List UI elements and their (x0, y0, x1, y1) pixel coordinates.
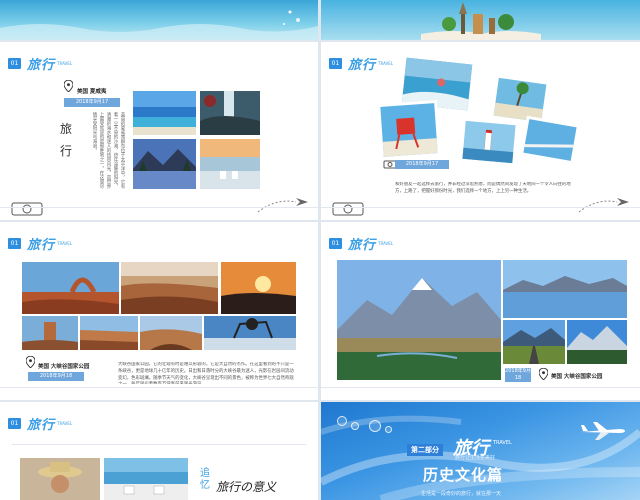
photo-lifeguard-tower[interactable] (377, 99, 441, 161)
photo-seaside-terrace[interactable] (104, 458, 188, 500)
memories-heading: 追忆 (200, 468, 210, 491)
travel-logo-sub: TRAVEL (57, 420, 73, 426)
header-line (12, 444, 306, 445)
photo-straw-hat[interactable] (20, 458, 100, 500)
photo-rock-tower[interactable] (22, 316, 78, 350)
date-badge: 2018年9月17 (395, 160, 449, 169)
airplane-icon (581, 422, 625, 440)
footer-line (321, 387, 640, 388)
slide-number: 01 (329, 57, 342, 69)
slide-thumbnail-grid: 01 旅行 TRAVEL 美国 夏威夷 2018年9月17 旅行 美丽的夏威夷群… (0, 0, 640, 500)
footer-line (0, 207, 318, 208)
photo-canyon-river[interactable] (140, 316, 202, 350)
travel-logo: 旅行 (27, 57, 56, 73)
photo-sunset-deck[interactable] (200, 139, 260, 189)
location-label: 美国 大峡谷国家公园 (551, 374, 603, 380)
location-pin-icon (26, 356, 35, 368)
slide-thumb-memories[interactable]: 01 旅行 TRAVEL 追忆 旅行の意义 (0, 402, 318, 500)
photo-lighthouse[interactable] (459, 117, 519, 167)
slide-header: 01 旅行 TRAVEL (329, 56, 394, 73)
photo-tree-silhouette[interactable] (204, 316, 296, 350)
slide-header: 01 旅行 TRAVEL (329, 236, 394, 253)
date-badge: 2018年9月17 (64, 98, 120, 107)
photo-mountain-lake[interactable] (133, 139, 196, 189)
airplane-sketch-icon (578, 198, 629, 213)
photo-waterfall[interactable] (200, 91, 260, 135)
slide-number: 01 (8, 237, 21, 249)
location-pin-icon (539, 368, 548, 380)
slide-thumb-mountains[interactable]: 01 旅行 TRAVEL 2018年9月18 美国 大峡谷国家公园 (321, 222, 640, 400)
airplane-sketch-icon (257, 198, 308, 213)
travel-logo-sub: TRAVEL (57, 240, 73, 246)
slide-number: 01 (8, 417, 21, 429)
location-label: 美国 夏威夷 (77, 89, 107, 95)
section-body: 生活是一段奇妙的旅行，就在那一天 (421, 491, 502, 497)
photo-canyon-layers[interactable] (80, 316, 138, 350)
photo-canyon-view[interactable] (121, 262, 218, 314)
section-title: 历史文化篇 (423, 466, 504, 484)
travel-logo: 旅行 (348, 237, 377, 253)
travel-logo-sub: TRAVEL (378, 60, 394, 66)
travel-logo-sub: TRAVEL (57, 60, 73, 66)
bubble-decoration (351, 422, 359, 430)
travel-logo: 旅行 (348, 57, 377, 73)
photo-pier[interactable] (519, 115, 581, 165)
bubble-decoration (369, 420, 381, 432)
slide-number: 01 (329, 237, 342, 249)
photo-beach[interactable] (133, 91, 196, 135)
slide-thumb-hawaii[interactable]: 01 旅行 TRAVEL 美国 夏威夷 2018年9月17 旅行 美丽的夏威夷群… (0, 42, 318, 220)
section-tagline: 旅行让生活更美好 (455, 455, 496, 461)
footer-line (321, 207, 640, 208)
slide-body: 美丽的夏威夷群岛位于太平洋中，它有着一尘不染的沙滩，终年温暖的阳光，清澈的海水和… (92, 112, 125, 189)
bubble-decoration (385, 426, 392, 433)
date-badge: 2018年9月18 (505, 368, 531, 382)
slide-body: 大峡谷国家公园，它的壮观有时是难以形容的，它是大自然的杰作。在这里看到的不只是一… (118, 362, 294, 384)
location-label: 美国 大峡谷国家公园 (38, 364, 90, 370)
slide-thumb-book-landmarks[interactable] (321, 0, 640, 40)
date-badge: 2018年9月18 (28, 372, 84, 381)
slide-header: 01 旅行 TRAVEL (8, 236, 73, 253)
travel-logo: 旅行 (27, 237, 56, 253)
photo-lake-reflection[interactable] (503, 260, 627, 318)
section-part-label: 第二部分 (407, 444, 443, 456)
bubble-decoration (337, 416, 347, 426)
photo-mountain-valley[interactable] (337, 260, 501, 380)
section-travel-logo-sub: TRAVEL (493, 440, 512, 446)
landmark-book-image (421, 2, 541, 40)
meaning-script-title: 旅行の意义 (216, 480, 277, 494)
slide-thumb-grand-canyon[interactable]: 01 旅行 TRAVEL 美国 大峡谷国家公园 2018年9月18 大峡谷国家公… (0, 222, 318, 400)
photo-delicate-arch[interactable] (22, 262, 119, 314)
ocean-wave-image (0, 10, 318, 40)
travel-logo-sub: TRAVEL (378, 240, 394, 246)
slide-thumb-beach-photos[interactable]: 01 旅行 TRAVEL 2018年9月17 和好朋友一起选择去旅行，并非经过深… (321, 42, 640, 220)
footer-line (0, 387, 318, 388)
location-pin-icon (64, 80, 73, 92)
slide-body: 和好朋友一起选择去旅行，并非经过深思熟虑，而是偶然间发现了天地间一个令人向往的地… (395, 182, 571, 194)
slide-header: 01 旅行 TRAVEL (8, 416, 73, 433)
photo-canyon-sunset[interactable] (221, 262, 296, 314)
photo-mountain-road[interactable] (503, 320, 565, 364)
slide-header: 01 旅行 TRAVEL (8, 56, 73, 73)
slide-number: 01 (8, 57, 21, 69)
slide-thumb-ocean-header[interactable] (0, 0, 318, 40)
slide-thumb-section-history[interactable]: 第二部分 旅行 TRAVEL 旅行让生活更美好 历史文化篇 生活是一段奇妙的旅行… (321, 402, 640, 500)
travel-logo: 旅行 (27, 417, 56, 433)
slide-title: 旅行 (60, 122, 73, 158)
photo-snow-peaks[interactable] (567, 320, 627, 364)
